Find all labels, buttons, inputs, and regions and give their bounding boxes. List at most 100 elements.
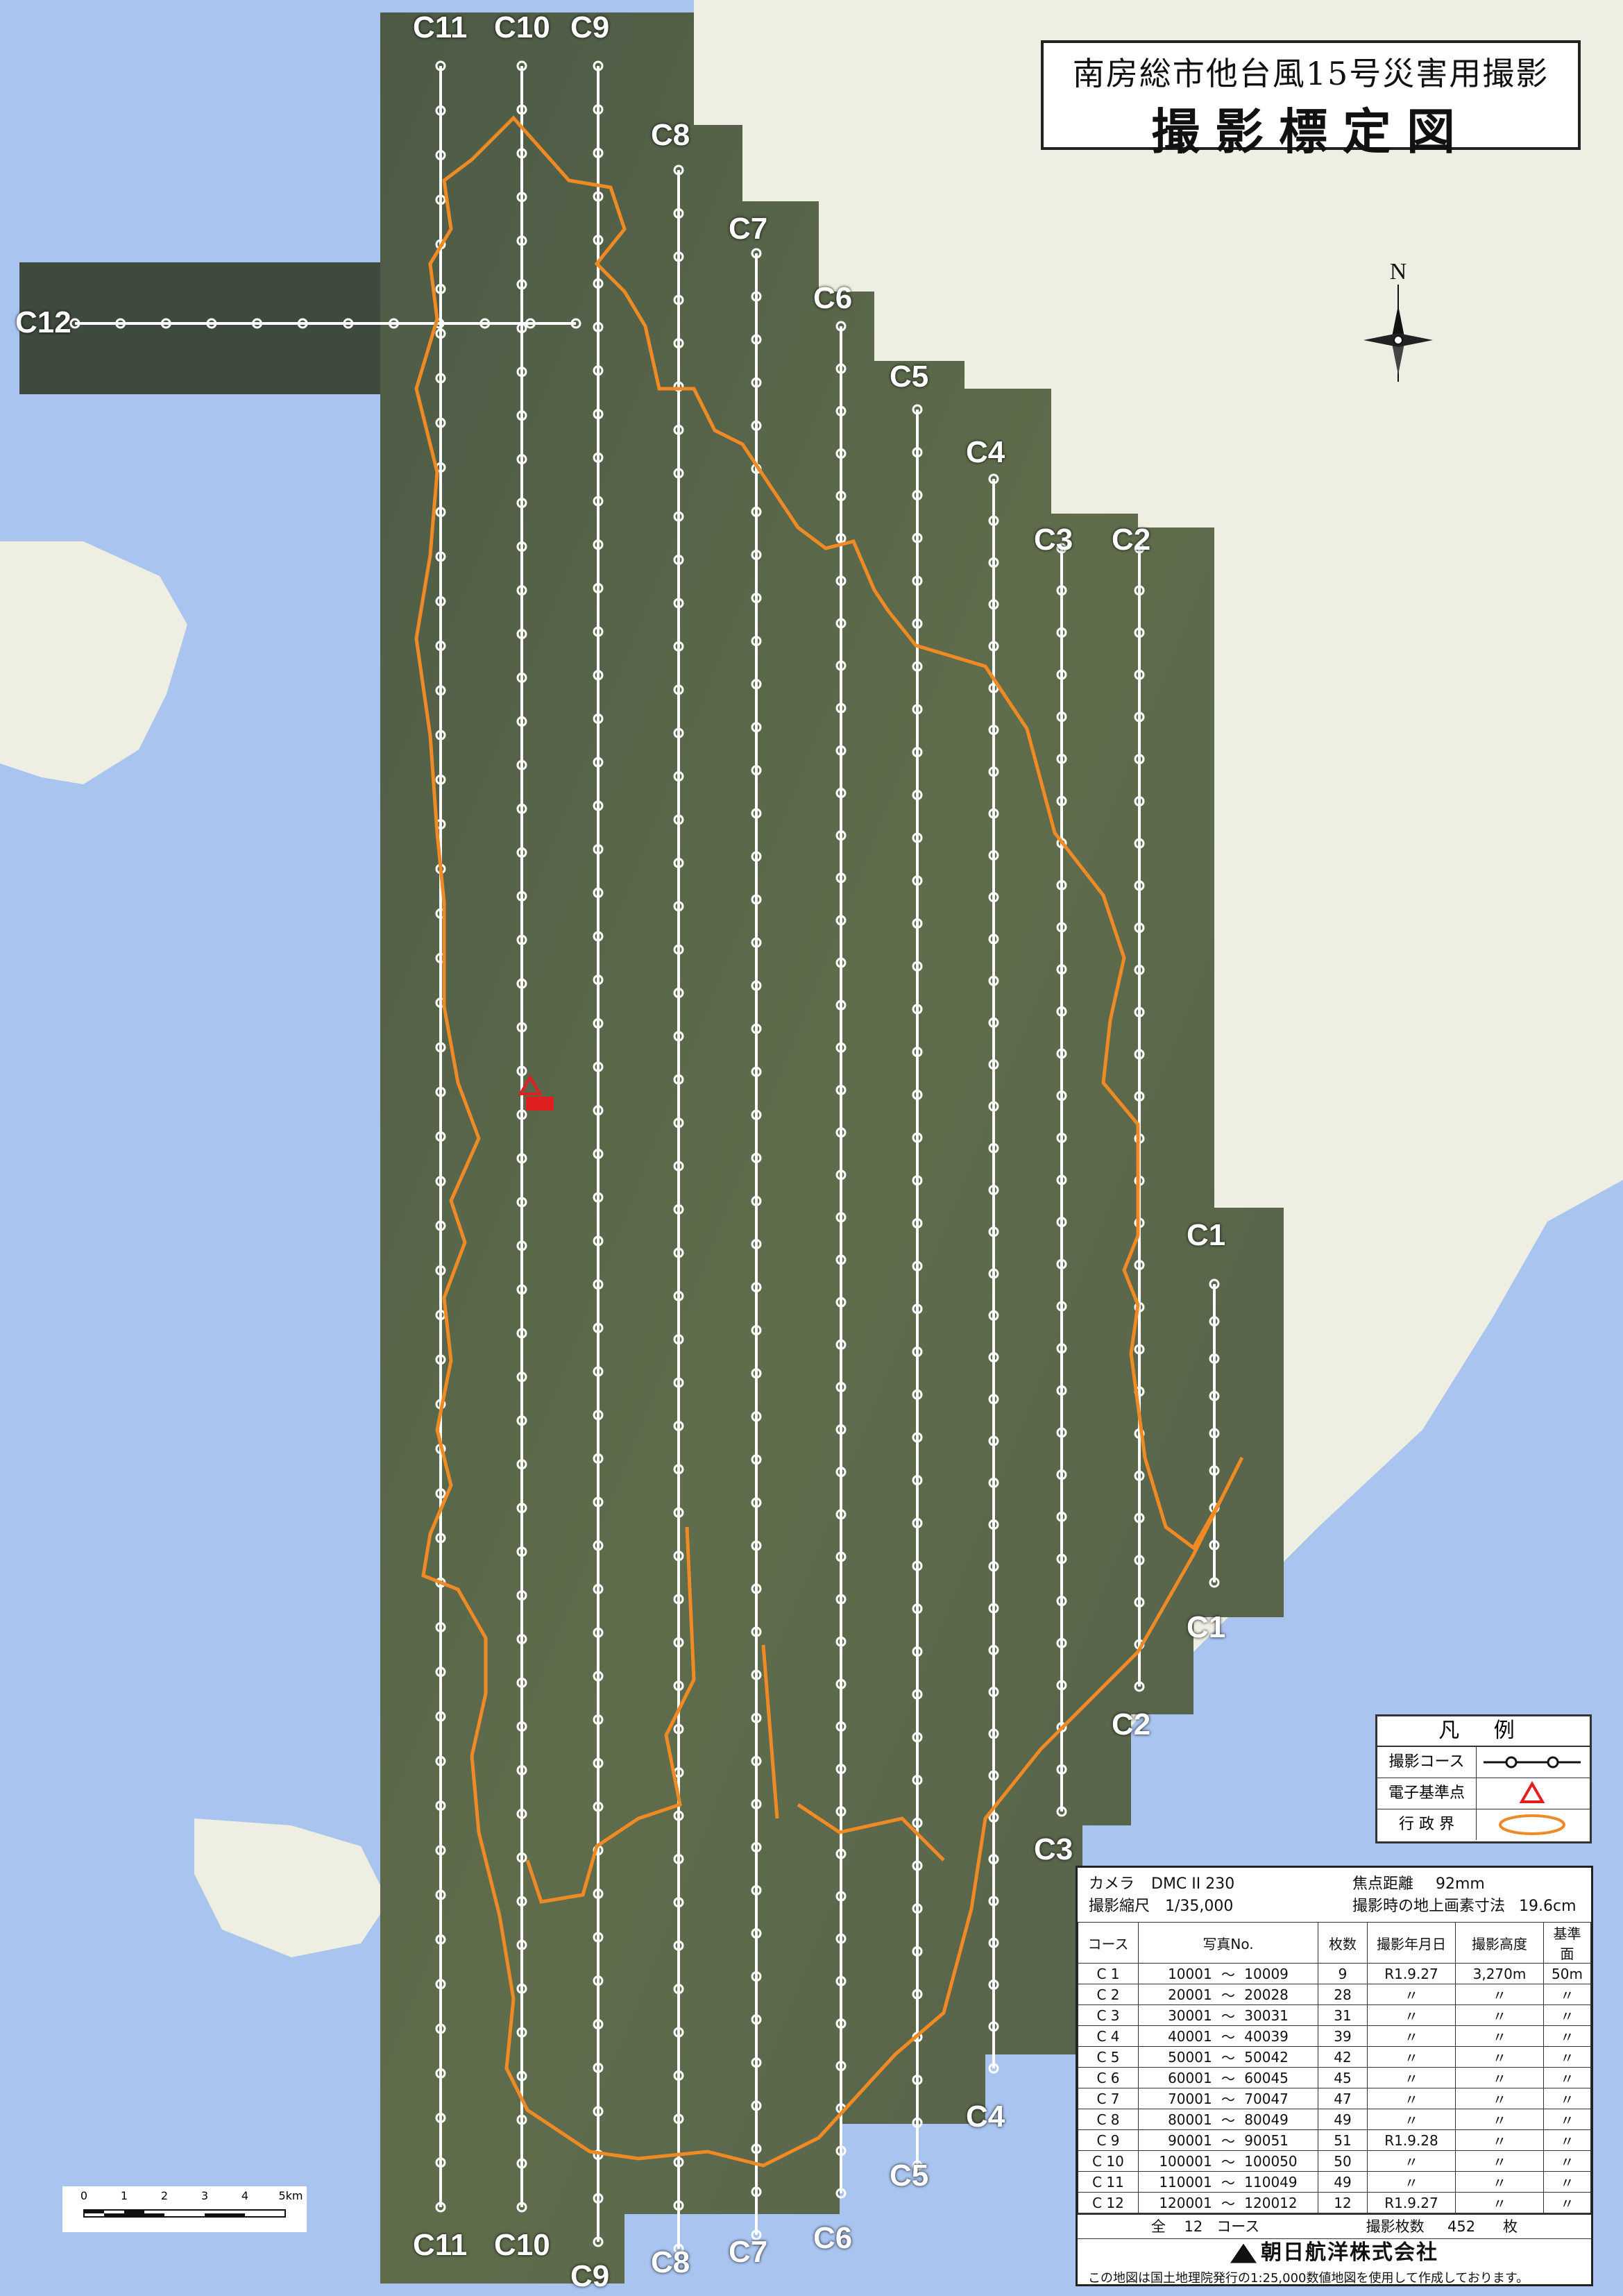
cell-course: C 11 xyxy=(1078,2171,1139,2193)
cell-datum: 〃 xyxy=(1543,2150,1591,2172)
camera-value: DMC II 230 xyxy=(1151,1875,1235,1893)
course-label-top-c1: C1 xyxy=(1187,1218,1226,1252)
cell-course: C 2 xyxy=(1078,1984,1139,2005)
cell-sep: ～ xyxy=(1214,2004,1242,2026)
cell-count: 51 xyxy=(1318,2129,1368,2151)
cell-date: 〃 xyxy=(1367,2025,1456,2047)
cell-to: 70047 xyxy=(1241,2088,1319,2109)
legend-label-reference: 電子基準点 xyxy=(1377,1778,1477,1809)
course-label-top-c7: C7 xyxy=(729,212,768,246)
cell-to: 30031 xyxy=(1241,2004,1319,2026)
legend-course-line-icon xyxy=(1477,1747,1590,1778)
cell-to: 10009 xyxy=(1241,1963,1319,1984)
course-label-bottom-c4: C4 xyxy=(966,2100,1005,2134)
cell-date: R1.9.28 xyxy=(1367,2129,1456,2151)
cell-to: 80049 xyxy=(1241,2109,1319,2130)
cell-datum: 〃 xyxy=(1543,1984,1591,2005)
course-label-bottom-c10: C10 xyxy=(494,2228,550,2262)
course-label-top-c6: C6 xyxy=(813,281,853,315)
cell-to: 120012 xyxy=(1241,2192,1319,2213)
legend-row-boundary: 行 政 界 xyxy=(1377,1809,1590,1840)
cell-count: 47 xyxy=(1318,2088,1368,2109)
col-altitude: 撮影高度 xyxy=(1455,1922,1544,1964)
table-row: C 10 100001 ～ 100050 50 〃〃〃 xyxy=(1078,2150,1591,2172)
cell-sep: ～ xyxy=(1214,2046,1242,2068)
legend-boundary-icon xyxy=(1477,1809,1590,1840)
photo-info-panel: カメラ DMC II 230 焦点距離 92mm 撮影縮尺 1/35,000 撮影時の地上… xyxy=(1076,1866,1593,2286)
table-row: C 5 50001 ～ 50042 42 〃〃〃 xyxy=(1078,2046,1591,2068)
cell-date: 〃 xyxy=(1367,2109,1456,2130)
cell-sep: ～ xyxy=(1214,1963,1242,1984)
course-label-top-c10: C10 xyxy=(494,10,550,44)
cell-alt: 〃 xyxy=(1455,2088,1544,2109)
table-row: C 4 40001 ～ 40039 39 〃〃〃 xyxy=(1078,2025,1591,2047)
cell-date: R1.9.27 xyxy=(1367,1963,1456,1984)
cell-to: 100050 xyxy=(1241,2150,1319,2172)
cell-to: 40039 xyxy=(1241,2025,1319,2047)
total-courses-unit: コース xyxy=(1216,2218,1260,2235)
north-arrow-icon: N xyxy=(1363,259,1433,382)
cell-course: C 8 xyxy=(1078,2109,1139,2130)
cell-alt: 〃 xyxy=(1455,1984,1544,2005)
cell-count: 49 xyxy=(1318,2171,1368,2193)
cell-from: 70001 xyxy=(1137,2088,1215,2109)
cell-course: C 4 xyxy=(1078,2025,1139,2047)
legend-row-reference: 電子基準点 xyxy=(1377,1778,1590,1809)
cell-alt: 〃 xyxy=(1455,2004,1544,2026)
scale-value: 1/35,000 xyxy=(1165,1898,1234,1915)
table-row: C 3 30001 ～ 30031 31 〃〃〃 xyxy=(1078,2004,1591,2026)
cell-datum: 〃 xyxy=(1543,2192,1591,2213)
cell-date: 〃 xyxy=(1367,2171,1456,2193)
course-label-bottom-c5: C5 xyxy=(890,2159,929,2193)
course-label-top-c2: C2 xyxy=(1112,523,1151,557)
cell-course: C 7 xyxy=(1078,2088,1139,2109)
table-row: C 7 70001 ～ 70047 47 〃〃〃 xyxy=(1078,2088,1591,2109)
cell-count: 31 xyxy=(1318,2004,1368,2026)
cell-count: 49 xyxy=(1318,2109,1368,2130)
course-label-top-c4: C4 xyxy=(966,435,1005,469)
title-line2: 撮影標定図 xyxy=(1151,103,1470,160)
company-text: 朝日航洋株式会社 xyxy=(1261,2240,1438,2265)
title-line1: 南房総市他台風15号災害用撮影 xyxy=(1072,55,1549,92)
cell-date: 〃 xyxy=(1367,2088,1456,2109)
cell-datum: 〃 xyxy=(1543,2025,1591,2047)
course-label-bottom-c1: C1 xyxy=(1187,1610,1226,1644)
cell-sep: ～ xyxy=(1214,2067,1242,2088)
cell-from: 30001 xyxy=(1137,2004,1215,2026)
course-label-top-c3: C3 xyxy=(1034,523,1073,557)
cell-count: 45 xyxy=(1318,2067,1368,2088)
cell-sep: ～ xyxy=(1214,2192,1242,2213)
land-south-west xyxy=(194,1818,389,1957)
course-label-bottom-c6: C6 xyxy=(813,2221,853,2255)
land-west-peninsula xyxy=(0,541,187,784)
course-label-bottom-c7: C7 xyxy=(729,2235,768,2269)
source-note: この地図は国土地理院発行の1:25,000数値地図を使用して作成しております。 xyxy=(1088,2271,1529,2286)
col-course: コース xyxy=(1078,1922,1139,1964)
col-datum: 基準面 xyxy=(1543,1922,1591,1964)
cell-date: 〃 xyxy=(1367,2046,1456,2068)
table-row: C 6 60001 ～ 60045 45 〃〃〃 xyxy=(1078,2067,1591,2088)
cell-from: 20001 xyxy=(1137,1984,1215,2005)
cell-datum: 〃 xyxy=(1543,2004,1591,2026)
course-label-bottom-c11: C11 xyxy=(413,2228,468,2262)
legend-title: 凡 例 xyxy=(1377,1716,1590,1747)
cell-sep: ～ xyxy=(1214,2088,1242,2109)
cell-sep: ～ xyxy=(1214,2129,1242,2151)
cell-course: C 6 xyxy=(1078,2067,1139,2088)
total-courses: 12 xyxy=(1184,2218,1203,2235)
cell-from: 10001 xyxy=(1137,1963,1215,1984)
cell-to: 110049 xyxy=(1241,2171,1319,2193)
cell-datum: 〃 xyxy=(1543,2171,1591,2193)
company-logo-icon xyxy=(1230,2243,1257,2263)
legend-triangle-icon xyxy=(1477,1778,1590,1809)
course-label-top-c11: C11 xyxy=(413,10,468,44)
focal-value: 92mm xyxy=(1436,1875,1485,1893)
table-row: C 1 10001 ～ 10009 9 R1.9.27 3,270m 50m xyxy=(1078,1963,1591,1984)
cell-to: 20028 xyxy=(1241,1984,1319,2005)
course-label-bottom-c8: C8 xyxy=(651,2245,690,2279)
cell-date: R1.9.27 xyxy=(1367,2192,1456,2213)
cell-from: 80001 xyxy=(1137,2109,1215,2130)
course-label-bottom-c3: C3 xyxy=(1034,1832,1073,1866)
cell-datum: 〃 xyxy=(1543,2129,1591,2151)
cell-course: C 9 xyxy=(1078,2129,1139,2151)
